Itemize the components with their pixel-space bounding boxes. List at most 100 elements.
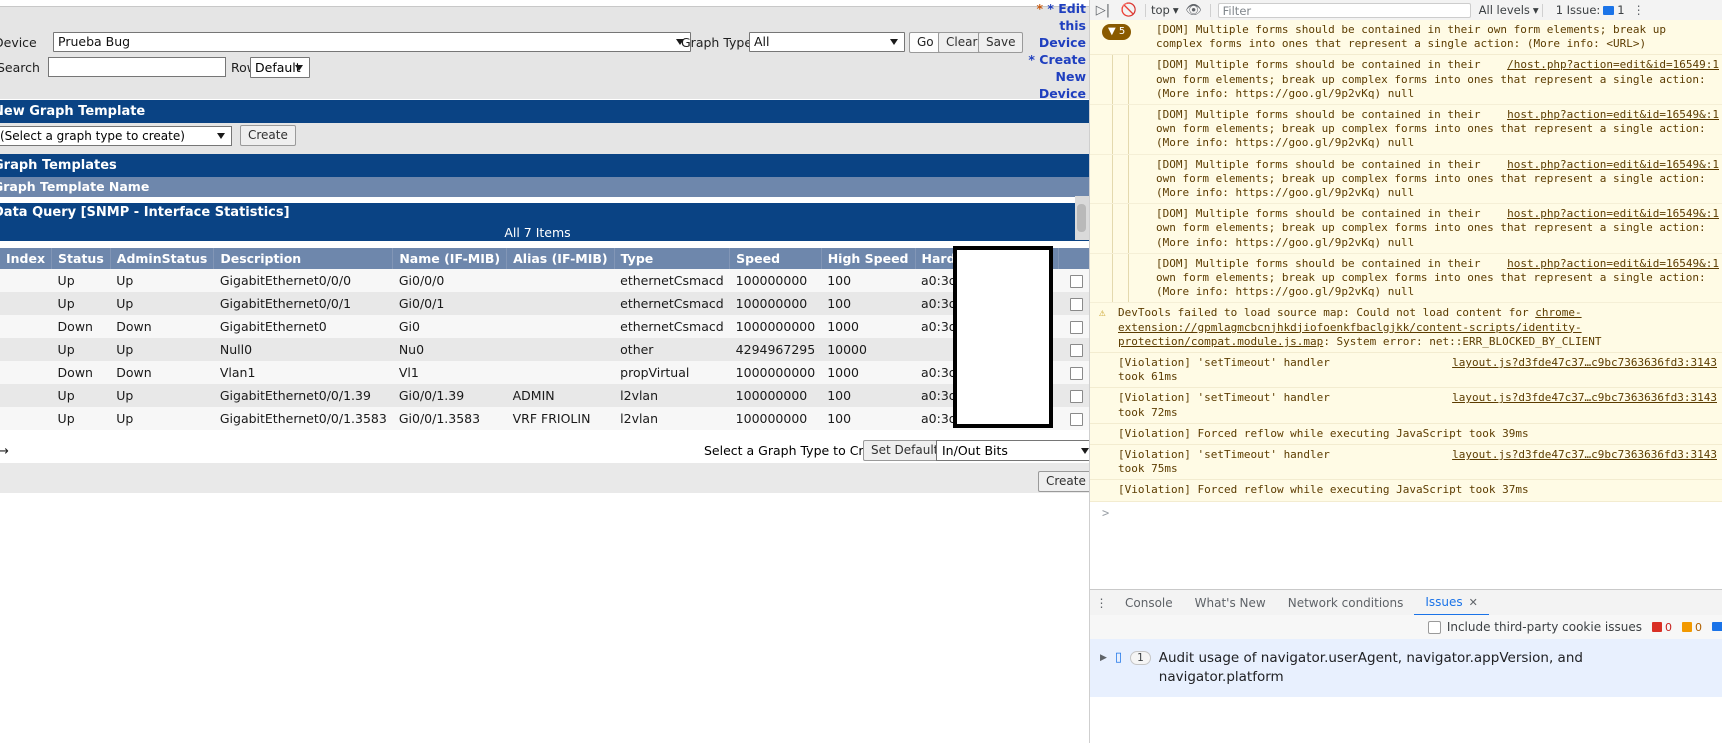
graph-types-select[interactable]: All	[749, 32, 905, 52]
feedback-icon[interactable]	[1712, 620, 1722, 634]
graph-type-select[interactable]: In/Out Bits	[936, 440, 1089, 461]
col-type[interactable]: Type	[614, 248, 731, 269]
violation-source[interactable]: layout.js?d3fde47c37…c9bc7363636fd3:3143	[1452, 448, 1717, 462]
console-violation-message[interactable]: [Violation] Forced reflow while executin…	[1090, 480, 1722, 502]
expand-triangle-icon[interactable]: ▶	[1100, 653, 1107, 663]
row-checkbox-cell[interactable]	[1058, 315, 1089, 338]
cell-high-speed: 100	[821, 269, 916, 292]
search-input[interactable]	[48, 57, 226, 77]
console-message-source[interactable]: host.php?action=edit&id=16549&:1	[1507, 158, 1719, 172]
row-checkbox[interactable]	[1070, 321, 1084, 334]
table-row[interactable]: Up Up GigabitEthernet0/0/1.3583 Gi0/0/1.…	[0, 407, 1089, 430]
console-message[interactable]: host.php?action=edit&id=16549&:1 [DOM] M…	[1090, 253, 1722, 304]
console-message-source[interactable]: host.php?action=edit&id=16549&:1	[1507, 108, 1719, 122]
cell-adminstatus: Up	[110, 338, 214, 361]
table-row[interactable]: Up Up GigabitEthernet0/0/1.39 Gi0/0/1.39…	[0, 384, 1089, 407]
graph-type-create-select[interactable]: (Select a graph type to create)	[0, 126, 232, 146]
devtools-panel: ▷| 🚫 top ▾ 👁 Filter All levels ▾ 1 Issue…	[1089, 0, 1722, 744]
console-messages[interactable]: ▼ 5 [DOM] Multiple forms should be conta…	[1090, 20, 1722, 589]
create-device-link-line2[interactable]: New	[1012, 68, 1087, 85]
edit-device-link-line3[interactable]: Device	[1012, 34, 1086, 51]
third-party-cookie-checkbox[interactable]: Include third-party cookie issues	[1427, 620, 1642, 634]
console-settings-icon[interactable]: ⋮	[1633, 3, 1645, 17]
row-checkbox-cell[interactable]	[1058, 407, 1089, 430]
col-select-all[interactable]	[1058, 248, 1089, 269]
row-checkbox[interactable]	[1070, 390, 1084, 403]
create-graphs-button[interactable]: Create	[1038, 471, 1089, 492]
console-message[interactable]: host.php?action=edit&id=16549&:1 [DOM] M…	[1090, 204, 1722, 254]
drawer-menu-icon[interactable]: ⋮	[1090, 596, 1114, 610]
graph-template-name-column[interactable]: Graph Template Name	[0, 177, 1063, 197]
row-checkbox[interactable]	[1070, 367, 1084, 380]
console-message[interactable]: host.php?action=edit&id=16549&:1 [DOM] M…	[1090, 154, 1722, 205]
violation-text: [Violation] 'setTimeout' handler	[1118, 448, 1330, 462]
create-device-link-line3[interactable]: Device	[1012, 85, 1086, 102]
table-row[interactable]: Down Down Vlan1 Vl1 propVirtual 10000000…	[0, 361, 1089, 384]
col-adminstatus[interactable]: AdminStatus	[110, 248, 215, 269]
live-expression-eye-icon[interactable]: 👁	[1181, 0, 1207, 20]
row-checkbox-cell[interactable]	[1058, 361, 1089, 384]
violation-source[interactable]: layout.js?d3fde47c37…c9bc7363636fd3:3143	[1452, 356, 1717, 370]
cell-type: ethernetCsmacd	[614, 292, 730, 315]
execution-context-selector[interactable]: top ▾	[1149, 3, 1181, 17]
edit-device-link[interactable]: * * Edit	[1012, 0, 1086, 17]
col-speed[interactable]: Speed	[729, 248, 822, 269]
tab-issues[interactable]: Issues ✕	[1414, 590, 1489, 616]
edit-device-link-line2[interactable]: this	[1012, 17, 1086, 34]
rows-select[interactable]: Default	[250, 57, 310, 78]
console-violation-message[interactable]: layout.js?d3fde47c37…c9bc7363636fd3:3143…	[1090, 445, 1722, 481]
console-message-source[interactable]: host.php?action=edit&id=16549&:1	[1507, 207, 1719, 221]
clear-console-icon[interactable]: 🚫	[1116, 0, 1142, 20]
expand-arrow-icon[interactable]: →	[0, 444, 9, 459]
console-violation-message[interactable]: layout.js?d3fde47c37…c9bc7363636fd3:3143…	[1090, 388, 1722, 424]
device-select[interactable]: Prueba Bug	[53, 32, 691, 52]
col-high-speed[interactable]: High Speed	[821, 248, 916, 269]
cell-index	[0, 338, 52, 361]
close-icon[interactable]: ✕	[1469, 596, 1478, 609]
col-index[interactable]: Index	[0, 248, 53, 269]
console-message-source[interactable]: /host.php?action=edit&id=16549:1	[1507, 58, 1719, 72]
col-name[interactable]: Name (IF-MIB)	[392, 248, 508, 269]
set-default-button[interactable]: Set Default	[863, 440, 947, 461]
console-prompt[interactable]: >	[1090, 501, 1722, 524]
sidebar-toggle-icon[interactable]: ▷|	[1090, 0, 1116, 20]
tab-whats-new[interactable]: What's New	[1184, 591, 1277, 615]
console-violation-message[interactable]: [Violation] Forced reflow while executin…	[1090, 423, 1722, 446]
issues-counter[interactable]: 1 Issue: 1	[1556, 3, 1625, 17]
table-row[interactable]: Down Down GigabitEthernet0 Gi0 ethernetC…	[0, 315, 1089, 338]
console-message[interactable]: host.php?action=edit&id=16549&:1 [DOM] M…	[1090, 105, 1722, 155]
row-checkbox[interactable]	[1070, 298, 1084, 311]
col-alias[interactable]: Alias (IF-MIB)	[506, 248, 615, 269]
create-device-link[interactable]: * Create	[1012, 51, 1086, 68]
go-button[interactable]: Go	[909, 32, 942, 53]
console-group-header[interactable]: ▼ 5 [DOM] Multiple forms should be conta…	[1090, 20, 1722, 56]
tab-network-conditions[interactable]: Network conditions	[1277, 591, 1415, 615]
console-warning-message[interactable]: ⚠ DevTools failed to load source map: Co…	[1090, 303, 1722, 354]
row-checkbox-cell[interactable]	[1058, 384, 1089, 407]
console-filter-input[interactable]: Filter	[1217, 2, 1471, 18]
row-checkbox[interactable]	[1070, 413, 1084, 426]
row-checkbox-cell[interactable]	[1058, 292, 1089, 315]
row-checkbox[interactable]	[1070, 344, 1084, 357]
console-message-source[interactable]: host.php?action=edit&id=16549&:1	[1507, 257, 1719, 271]
toolbar-divider	[1209, 3, 1211, 17]
create-template-button[interactable]: Create	[240, 125, 296, 146]
row-checkbox-cell[interactable]	[1058, 338, 1089, 361]
row-checkbox[interactable]	[1070, 275, 1084, 288]
log-level-selector[interactable]: All levels ▾	[1479, 3, 1539, 17]
console-message[interactable]: /host.php?action=edit&id=16549:1 [DOM] M…	[1090, 55, 1722, 106]
page-scrollbar-thumb[interactable]	[1077, 204, 1086, 232]
cell-name: Nu0	[392, 338, 507, 361]
violation-source[interactable]: layout.js?d3fde47c37…c9bc7363636fd3:3143	[1452, 391, 1717, 405]
tab-console[interactable]: Console	[1114, 591, 1184, 615]
table-row[interactable]: Up Up GigabitEthernet0/0/0 Gi0/0/0 ether…	[0, 269, 1089, 292]
table-row[interactable]: Up Up Null0 Nu0 other 4294967295 10000	[0, 338, 1089, 361]
checkbox-icon[interactable]	[1427, 620, 1441, 634]
issue-list-item[interactable]: ▶ ▯ 1 Audit usage of navigator.userAgent…	[1090, 639, 1722, 697]
page-scrollbar[interactable]	[1075, 196, 1089, 240]
col-description[interactable]: Description	[213, 248, 394, 269]
row-checkbox-cell[interactable]	[1058, 269, 1089, 292]
col-status[interactable]: Status	[51, 248, 111, 269]
table-row[interactable]: Up Up GigabitEthernet0/0/1 Gi0/0/1 ether…	[0, 292, 1089, 315]
console-violation-message[interactable]: layout.js?d3fde47c37…c9bc7363636fd3:3143…	[1090, 353, 1722, 389]
